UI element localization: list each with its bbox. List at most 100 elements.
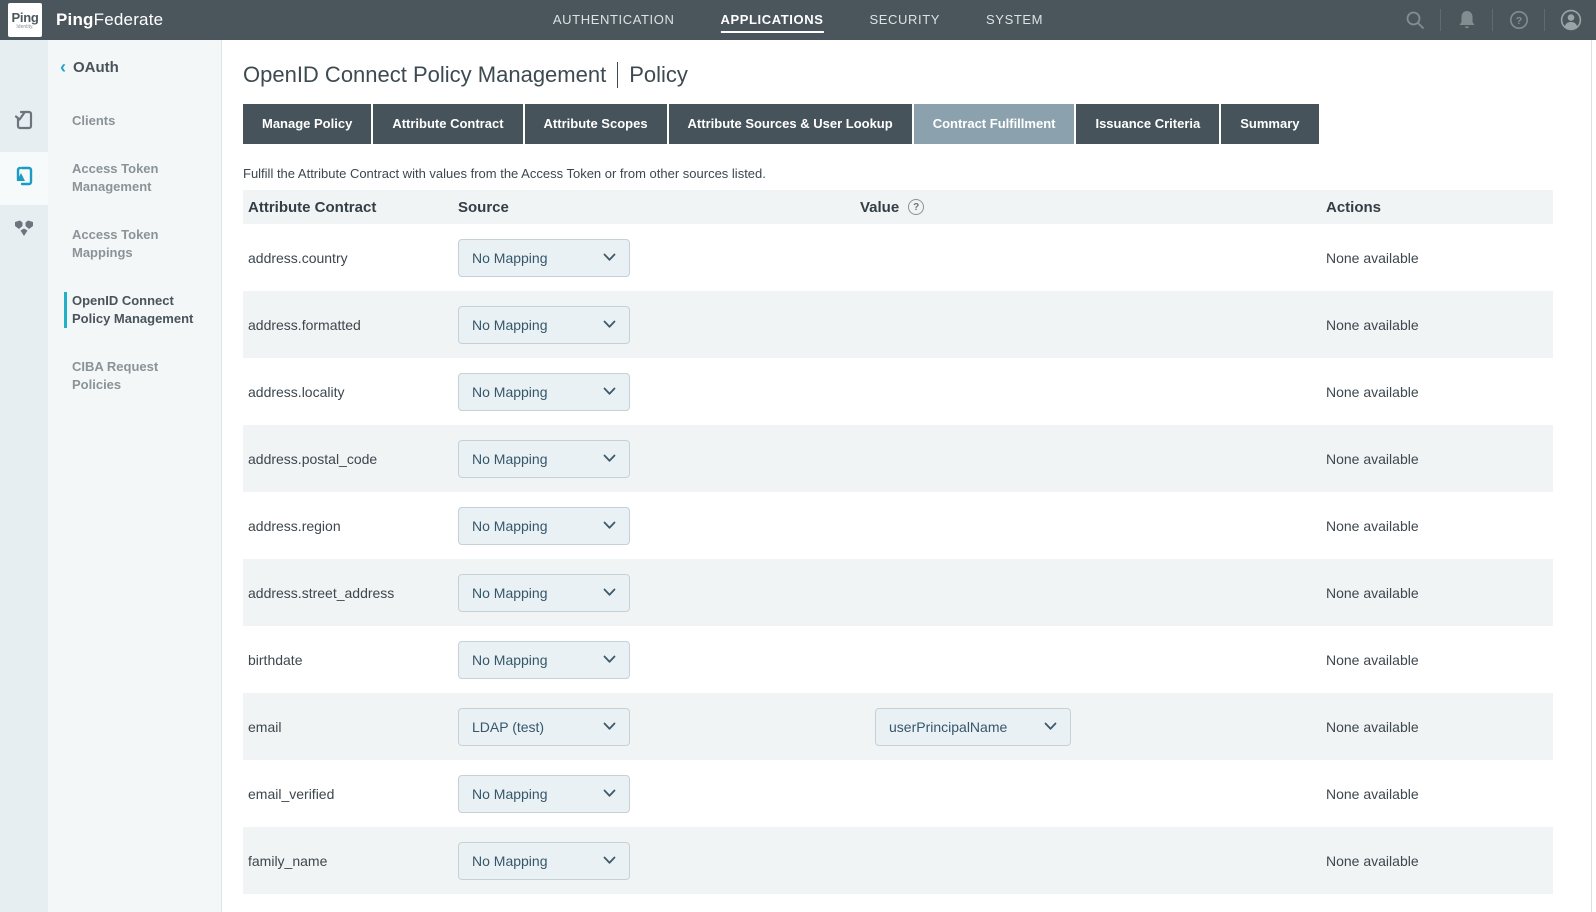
tab-summary[interactable]: Summary xyxy=(1221,104,1318,144)
help-icon[interactable]: ? xyxy=(1493,0,1544,40)
table-body: address.countryNo MappingNone availablea… xyxy=(243,224,1553,894)
nav-item-security[interactable]: SECURITY xyxy=(869,0,940,40)
header-value-label: Value xyxy=(860,199,899,216)
tab-contract-fulfillment[interactable]: Contract Fulfillment xyxy=(914,104,1075,144)
sidebar-item-clients[interactable]: Clients xyxy=(48,112,221,130)
nav-item-authentication[interactable]: AUTHENTICATION xyxy=(553,0,675,40)
actions-cell: None available xyxy=(1326,585,1553,601)
value-dropdown[interactable]: userPrincipalName xyxy=(875,708,1071,746)
title-divider xyxy=(617,62,618,88)
source-cell: No Mapping xyxy=(458,842,860,880)
nav-item-system[interactable]: SYSTEM xyxy=(986,0,1043,40)
top-bar: Ping Identity. PingFederate AUTHENTICATI… xyxy=(0,0,1596,40)
source-dropdown[interactable]: No Mapping xyxy=(458,775,630,813)
source-cell: No Mapping xyxy=(458,239,860,277)
bell-icon-glyph xyxy=(1458,10,1476,30)
source-cell: No Mapping xyxy=(458,306,860,344)
table-row-email_verified: email_verifiedNo MappingNone available xyxy=(243,760,1553,827)
app-title: PingFederate xyxy=(56,10,163,30)
account-icon[interactable] xyxy=(1545,0,1596,40)
ping-identity-logo[interactable]: Ping Identity. xyxy=(8,3,42,37)
source-cell: No Mapping xyxy=(458,775,860,813)
source-dropdown-value: No Mapping xyxy=(472,518,548,534)
table-row-email: emailLDAP (test)userPrincipalNameNone av… xyxy=(243,693,1553,760)
attribute-name: address.street_address xyxy=(243,585,458,601)
header-actions: Actions xyxy=(1326,199,1553,216)
source-dropdown-value: No Mapping xyxy=(472,786,548,802)
sidebar-section-title: OAuth xyxy=(73,59,119,76)
table-row-address.country: address.countryNo MappingNone available xyxy=(243,224,1553,291)
sidebar-item-access-token-management[interactable]: Access Token Management xyxy=(48,160,221,196)
source-cell: LDAP (test) xyxy=(458,708,860,746)
logo-word: Ping xyxy=(12,11,39,24)
tab-manage-policy[interactable]: Manage Policy xyxy=(243,104,371,144)
attribute-name: address.country xyxy=(243,250,458,266)
table-row-address.formatted: address.formattedNo MappingNone availabl… xyxy=(243,291,1553,358)
access-token-management-icon[interactable] xyxy=(12,164,36,188)
chevron-down-icon xyxy=(603,253,616,262)
token-mappings-icon[interactable] xyxy=(12,216,36,240)
chevron-down-icon xyxy=(1044,722,1057,731)
attribute-name: birthdate xyxy=(243,652,458,668)
chevron-down-icon xyxy=(603,320,616,329)
logo-sub: Identity. xyxy=(16,25,33,30)
actions-cell: None available xyxy=(1326,786,1553,802)
chevron-down-icon xyxy=(603,856,616,865)
source-dropdown-value: No Mapping xyxy=(472,652,548,668)
access-token-management-icon-glyph xyxy=(12,164,36,188)
value-help-icon[interactable]: ? xyxy=(908,199,924,215)
chevron-down-icon xyxy=(603,655,616,664)
nav-item-applications[interactable]: APPLICATIONS xyxy=(720,0,823,40)
source-dropdown[interactable]: No Mapping xyxy=(458,641,630,679)
svg-text:?: ? xyxy=(1515,15,1521,27)
source-dropdown-value: No Mapping xyxy=(472,853,548,869)
tab-issuance-criteria[interactable]: Issuance Criteria xyxy=(1076,104,1219,144)
header-attribute-contract: Attribute Contract xyxy=(243,199,458,216)
chevron-down-icon xyxy=(603,789,616,798)
attribute-name: address.locality xyxy=(243,384,458,400)
source-dropdown[interactable]: No Mapping xyxy=(458,239,630,277)
source-dropdown[interactable]: No Mapping xyxy=(458,842,630,880)
page-header: OpenID Connect Policy Management Policy xyxy=(243,62,1596,88)
table-row-birthdate: birthdateNo MappingNone available xyxy=(243,626,1553,693)
page-title: OpenID Connect Policy Management xyxy=(243,62,606,88)
policy-tabs: Manage PolicyAttribute ContractAttribute… xyxy=(243,104,1319,144)
sidebar-item-access-token-mappings[interactable]: Access Token Mappings xyxy=(48,226,221,262)
notifications-icon[interactable] xyxy=(1441,0,1492,40)
clients-icon[interactable] xyxy=(12,108,36,132)
sidebar: ‹ OAuth Clients Access Token Management Ac… xyxy=(0,40,222,912)
value-cell: userPrincipalName xyxy=(860,708,1326,746)
tab-attribute-contract[interactable]: Attribute Contract xyxy=(373,104,522,144)
topbar-icons: ? xyxy=(1389,0,1596,40)
sidebar-items: Clients Access Token Management Access Tok… xyxy=(48,112,221,394)
source-dropdown[interactable]: No Mapping xyxy=(458,507,630,545)
source-dropdown[interactable]: LDAP (test) xyxy=(458,708,630,746)
sidebar-item-ciba-request-policies[interactable]: CIBA Request Policies xyxy=(48,358,221,394)
sidebar-item-openid-connect-policy-management[interactable]: OpenID Connect Policy Management xyxy=(64,292,221,328)
source-dropdown-value: No Mapping xyxy=(472,585,548,601)
source-dropdown[interactable]: No Mapping xyxy=(458,306,630,344)
sidebar-back-oauth[interactable]: ‹ OAuth xyxy=(48,58,221,76)
tab-attribute-sources-user-lookup[interactable]: Attribute Sources & User Lookup xyxy=(669,104,912,144)
page-description: Fulfill the Attribute Contract with valu… xyxy=(243,166,1596,181)
scrollbar-track[interactable] xyxy=(1591,40,1592,912)
sidebar-icon-rail xyxy=(0,40,48,912)
table-row-address.street_address: address.street_address No Mapping None ava… xyxy=(243,559,1553,626)
source-dropdown[interactable]: No Mapping xyxy=(458,440,630,478)
help-icon-glyph: ? xyxy=(1509,10,1529,30)
search-icon[interactable] xyxy=(1389,0,1440,40)
avatar-icon-glyph xyxy=(1560,9,1582,31)
source-cell: No Mapping xyxy=(458,507,860,545)
actions-cell: None available xyxy=(1326,518,1553,534)
actions-cell: None available xyxy=(1326,853,1553,869)
source-cell: No Mapping xyxy=(458,574,860,612)
tab-attribute-scopes[interactable]: Attribute Scopes xyxy=(525,104,667,144)
attribute-name: email xyxy=(243,719,458,735)
attribute-name: address.formatted xyxy=(243,317,458,333)
source-dropdown-value: No Mapping xyxy=(472,384,548,400)
app-title-bold: Ping xyxy=(56,10,94,29)
chevron-down-icon xyxy=(603,454,616,463)
source-dropdown[interactable]: No Mapping xyxy=(458,373,630,411)
source-dropdown-value: No Mapping xyxy=(472,250,548,266)
source-dropdown[interactable]: No Mapping xyxy=(458,574,630,612)
